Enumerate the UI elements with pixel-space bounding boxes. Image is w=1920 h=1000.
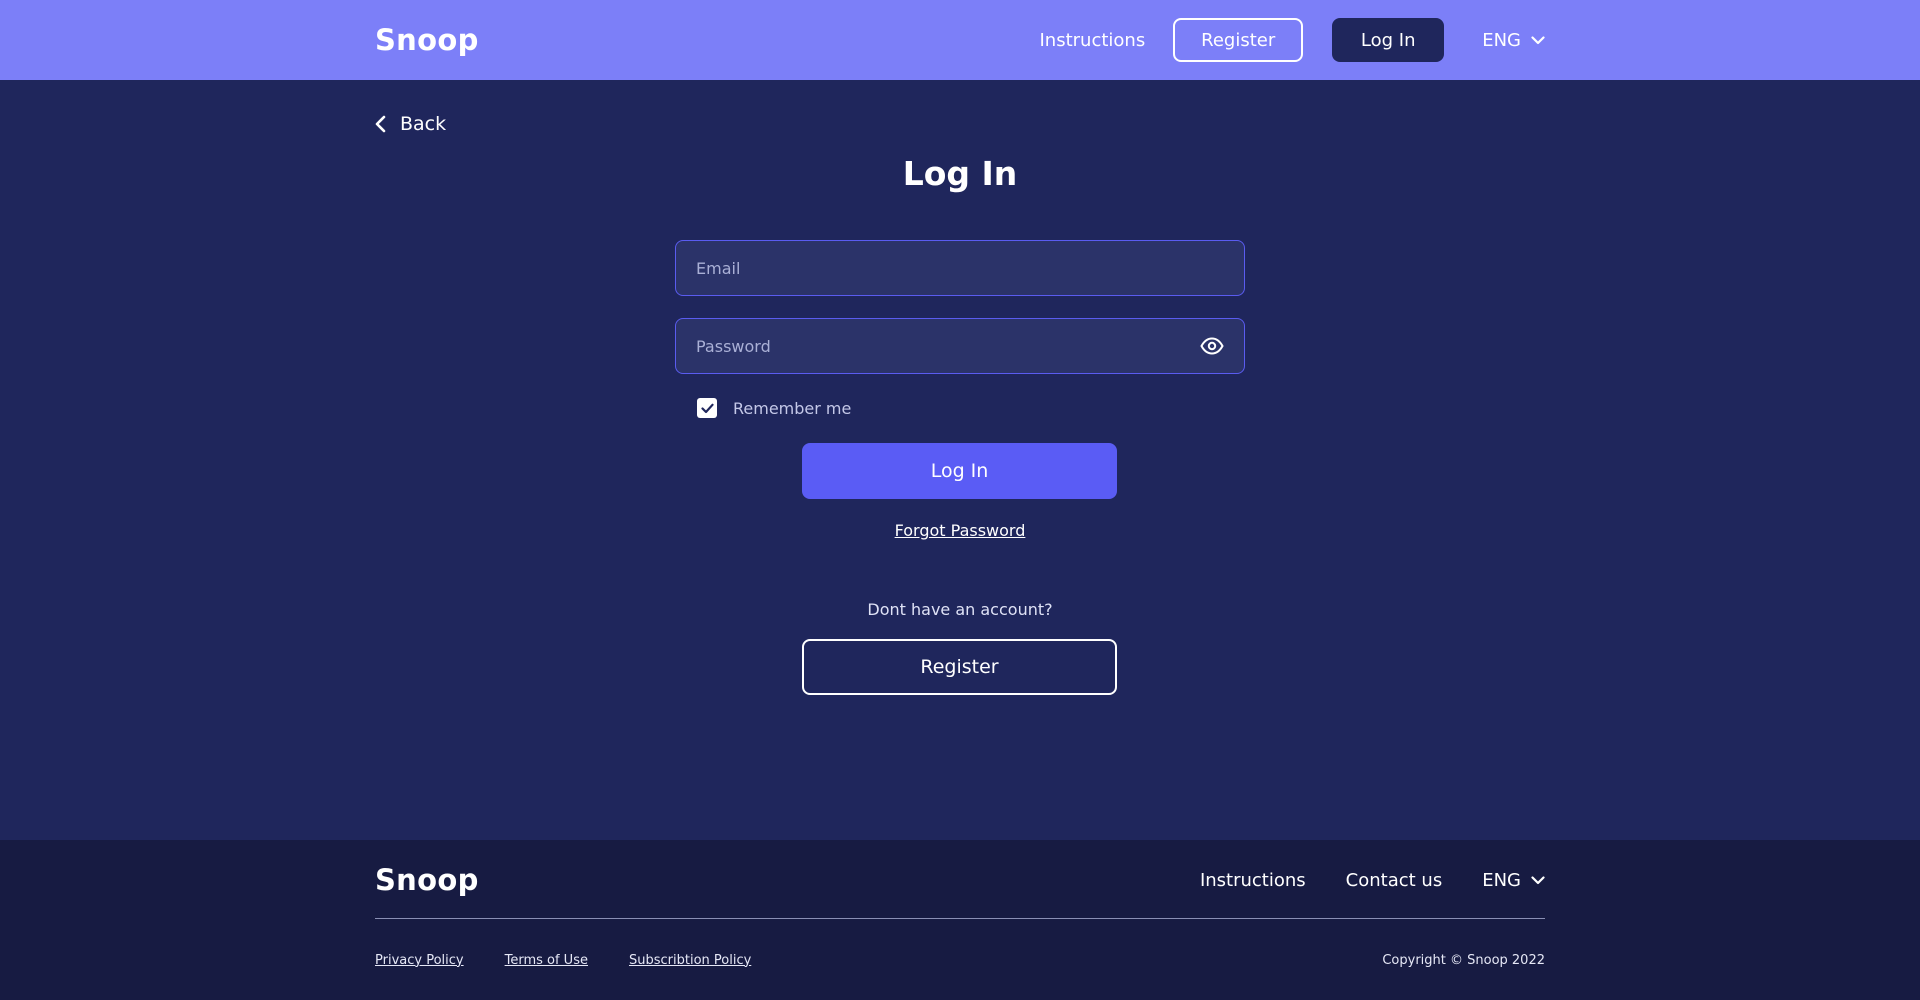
back-label: Back	[400, 113, 447, 135]
no-account-text: Dont have an account?	[867, 600, 1053, 619]
remember-me-option[interactable]: Remember me	[697, 398, 851, 418]
footer: Snoop Instructions Contact us ENG Privac…	[0, 840, 1920, 1000]
register-button[interactable]: Register	[802, 639, 1117, 695]
copyright-text: Copyright © Snoop 2022	[1382, 952, 1545, 968]
chevron-down-icon	[1531, 35, 1545, 44]
terms-of-use-link[interactable]: Terms of Use	[505, 953, 588, 968]
footer-language-label: ENG	[1482, 869, 1521, 891]
language-label: ENG	[1482, 29, 1521, 51]
language-selector[interactable]: ENG	[1482, 30, 1545, 51]
footer-logo[interactable]: Snoop	[375, 863, 479, 897]
page-title: Log In	[902, 154, 1018, 193]
password-input[interactable]	[696, 336, 1200, 356]
header-register-button[interactable]: Register	[1173, 18, 1304, 62]
header-logo[interactable]: Snoop	[375, 23, 479, 57]
eye-icon[interactable]	[1200, 337, 1224, 355]
subscription-policy-link[interactable]: Subscribtion Policy	[629, 953, 751, 968]
header-login-button[interactable]: Log In	[1332, 18, 1445, 62]
footer-language-selector[interactable]: ENG	[1482, 870, 1545, 891]
login-submit-button[interactable]: Log In	[802, 443, 1117, 499]
footer-divider	[375, 918, 1545, 919]
privacy-policy-link[interactable]: Privacy Policy	[375, 953, 464, 968]
remember-me-label: Remember me	[733, 398, 852, 418]
footer-nav: Instructions Contact us ENG	[1200, 870, 1545, 891]
footer-instructions-link[interactable]: Instructions	[1200, 870, 1306, 891]
footer-contact-link[interactable]: Contact us	[1346, 870, 1443, 891]
chevron-down-icon	[1531, 875, 1545, 884]
email-field[interactable]	[675, 240, 1245, 296]
email-input[interactable]	[696, 258, 1224, 278]
header-nav: Instructions Register Log In ENG	[1039, 18, 1545, 62]
remember-me-checkbox[interactable]	[697, 398, 717, 418]
chevron-left-icon	[375, 115, 386, 133]
password-field[interactable]	[675, 318, 1245, 374]
check-icon	[700, 403, 714, 413]
top-navbar: Snoop Instructions Register Log In ENG	[0, 0, 1920, 80]
forgot-password-link[interactable]: Forgot Password	[0, 521, 1920, 540]
instructions-link[interactable]: Instructions	[1039, 30, 1145, 51]
back-link[interactable]: Back	[375, 113, 446, 135]
